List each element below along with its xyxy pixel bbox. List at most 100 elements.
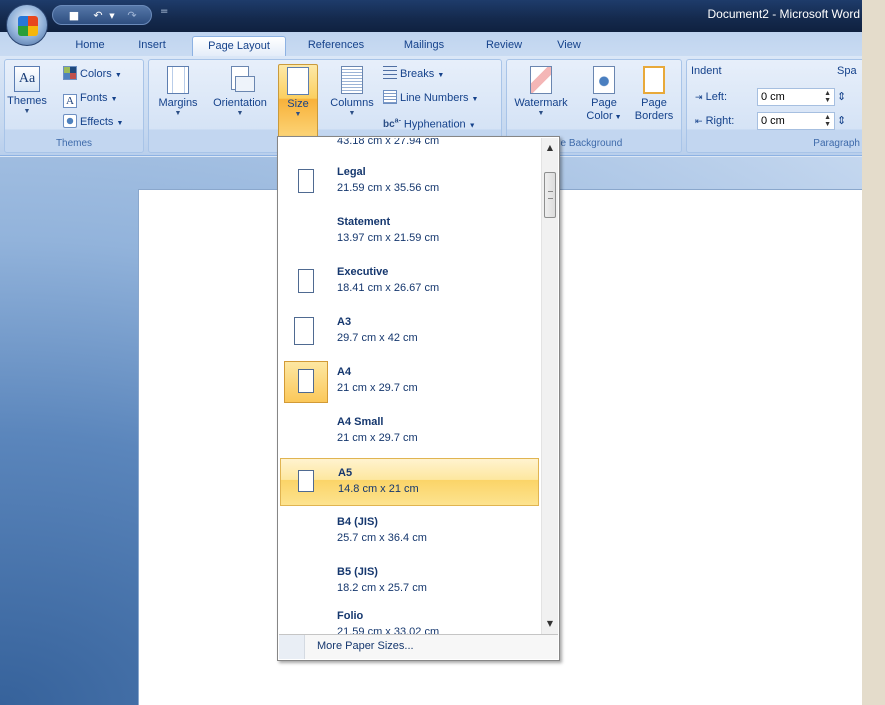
indent-left-input[interactable]: 0 cm ▲ ▼ bbox=[757, 88, 835, 106]
watermark-icon bbox=[530, 66, 552, 94]
quick-access-toolbar: ■ ↶ ▼ ↷ bbox=[52, 5, 152, 25]
theme-fonts-button[interactable]: A Fonts ▼ bbox=[63, 88, 118, 108]
chevron-down-icon: ▼ bbox=[116, 120, 124, 127]
margins-icon bbox=[167, 66, 189, 94]
chevron-down-icon: ▼ bbox=[348, 110, 356, 117]
watermark-button[interactable]: Watermark ▼ bbox=[511, 64, 571, 132]
effects-icon bbox=[63, 114, 77, 128]
breaks-button[interactable]: Breaks ▼ bbox=[383, 64, 444, 84]
scroll-up-arrow-icon[interactable]: ▲ bbox=[542, 140, 558, 156]
colors-icon bbox=[63, 66, 77, 80]
chevron-down-icon: ▼ bbox=[612, 114, 622, 121]
paper-size-item-b4-jis[interactable]: B4 (JIS) 25.7 cm x 36.4 cm bbox=[280, 508, 540, 555]
theme-colors-button[interactable]: Colors ▼ bbox=[63, 64, 122, 84]
page-icon bbox=[298, 269, 314, 293]
title-bar: ■ ↶ ▼ ↷ = Document2 - Microsoft Word bbox=[0, 0, 862, 32]
chevron-down-icon: ▼ bbox=[537, 110, 545, 117]
page-icon bbox=[294, 317, 314, 345]
columns-button[interactable]: Columns ▼ bbox=[327, 64, 377, 132]
tab-page-layout[interactable]: Page Layout bbox=[192, 36, 286, 56]
line-numbers-icon bbox=[383, 90, 397, 104]
chevron-down-icon: ▼ bbox=[114, 72, 122, 79]
spinner-icon[interactable]: ▲ ▼ bbox=[824, 114, 831, 128]
chevron-down-icon: ▼ bbox=[23, 108, 31, 115]
office-logo-icon bbox=[18, 16, 38, 36]
tab-references[interactable]: References bbox=[296, 36, 376, 56]
grip-icon bbox=[548, 191, 553, 199]
orientation-button[interactable]: Orientation ▼ bbox=[205, 64, 275, 132]
indent-right-row: ⇤ Right: 0 cm ▲ ▼ bbox=[695, 112, 835, 130]
theme-effects-button[interactable]: Effects ▼ bbox=[63, 112, 123, 132]
paper-size-item-a3[interactable]: A3 29.7 cm x 42 cm bbox=[280, 308, 540, 355]
window-title: Document2 - Microsoft Word bbox=[707, 7, 861, 21]
page-borders-icon bbox=[643, 66, 665, 94]
chevron-down-icon: ▼ bbox=[174, 110, 182, 117]
paper-size-item-a5[interactable]: A5 14.8 cm x 21 cm bbox=[280, 458, 539, 506]
breaks-icon bbox=[383, 66, 397, 80]
themes-button[interactable]: Aa Themes ▼ bbox=[7, 64, 47, 132]
undo-dropdown-icon[interactable]: ▼ bbox=[105, 9, 119, 23]
scroll-thumb[interactable] bbox=[544, 172, 556, 218]
line-numbers-button[interactable]: Line Numbers ▼ bbox=[383, 88, 478, 108]
spacing-before-icon: ⇕ bbox=[837, 91, 847, 103]
paper-size-item-folio[interactable]: Folio 21.59 cm x 33.02 cm bbox=[280, 602, 540, 634]
themes-group: Aa Themes ▼ Colors ▼ A Fonts ▼ Effects ▼ … bbox=[4, 59, 144, 153]
scroll-down-arrow-icon[interactable]: ▼ bbox=[542, 616, 558, 632]
office-button[interactable] bbox=[6, 4, 48, 46]
hyphenation-button[interactable]: bca- Hyphenation ▼ bbox=[383, 112, 476, 132]
paper-size-list: 43.18 cm x 27.94 cm Legal 21.59 cm x 35.… bbox=[279, 138, 542, 634]
columns-icon bbox=[341, 66, 363, 94]
fonts-icon: A bbox=[63, 94, 77, 108]
hyphenation-icon: bca- bbox=[383, 118, 401, 131]
size-button[interactable]: Size ▼ bbox=[278, 64, 318, 140]
indent-right-input[interactable]: 0 cm ▲ ▼ bbox=[757, 112, 835, 130]
more-paper-sizes-label: More Paper Sizes... bbox=[317, 640, 414, 652]
page-icon bbox=[298, 169, 314, 193]
chevron-down-icon: ▼ bbox=[110, 96, 118, 103]
ribbon-tab-row: Home Insert Page Layout References Maili… bbox=[0, 32, 862, 56]
paragraph-group-label: Paragraph bbox=[813, 138, 860, 149]
page-icon bbox=[298, 470, 314, 492]
menu-scrollbar[interactable]: ▲ ▼ bbox=[541, 138, 558, 634]
customize-qat-button[interactable]: = bbox=[160, 6, 168, 17]
chevron-down-icon: ▼ bbox=[437, 72, 445, 79]
window-edge bbox=[862, 0, 885, 705]
paper-size-item-statement[interactable]: Statement 13.97 cm x 21.59 cm bbox=[280, 208, 540, 255]
spacing-header: Spa bbox=[837, 65, 857, 77]
indent-header: Indent bbox=[691, 65, 722, 77]
page-color-button[interactable]: Page Color ▼ bbox=[583, 64, 625, 132]
redo-icon[interactable]: ↷ bbox=[125, 9, 139, 23]
save-icon[interactable]: ■ bbox=[67, 9, 81, 23]
chevron-down-icon: ▼ bbox=[294, 111, 302, 118]
paper-size-item-a4[interactable]: A4 21 cm x 29.7 cm bbox=[280, 358, 540, 405]
orientation-icon bbox=[225, 66, 255, 94]
indent-left-row: ⇥ Left: 0 cm ▲ ▼ bbox=[695, 88, 835, 106]
chevron-down-icon: ▼ bbox=[468, 122, 476, 130]
tab-review[interactable]: Review bbox=[476, 36, 532, 56]
page-icon bbox=[298, 369, 314, 393]
paper-size-item-b5-jis[interactable]: B5 (JIS) 18.2 cm x 25.7 cm bbox=[280, 558, 540, 605]
tab-home[interactable]: Home bbox=[62, 36, 118, 56]
indent-left-icon: ⇥ bbox=[695, 92, 703, 102]
page-background-group-label: ge Background bbox=[555, 138, 623, 149]
themes-group-label: Themes bbox=[55, 138, 93, 149]
tab-insert[interactable]: Insert bbox=[124, 36, 180, 56]
indent-right-icon: ⇤ bbox=[695, 116, 703, 126]
tab-mailings[interactable]: Mailings bbox=[388, 36, 460, 56]
tab-view[interactable]: View bbox=[544, 36, 594, 56]
undo-icon[interactable]: ↶ bbox=[91, 9, 105, 23]
paper-size-item-tabloid[interactable]: 43.18 cm x 27.94 cm bbox=[280, 138, 540, 158]
themes-icon: Aa bbox=[14, 66, 40, 92]
more-paper-sizes-item[interactable]: More Paper Sizes... bbox=[279, 634, 558, 659]
paper-size-item-executive[interactable]: Executive 18.41 cm x 26.67 cm bbox=[280, 258, 540, 305]
page-borders-button[interactable]: Page Borders bbox=[631, 64, 677, 132]
paint-bucket-icon bbox=[593, 66, 615, 94]
size-dropdown-menu: 43.18 cm x 27.94 cm Legal 21.59 cm x 35.… bbox=[277, 136, 560, 661]
paper-size-item-a4-small[interactable]: A4 Small 21 cm x 29.7 cm bbox=[280, 408, 540, 455]
paper-size-item-legal[interactable]: Legal 21.59 cm x 35.56 cm bbox=[280, 158, 540, 205]
size-icon bbox=[287, 67, 309, 95]
spinner-icon[interactable]: ▲ ▼ bbox=[824, 90, 831, 104]
spacing-after-icon: ⇕ bbox=[837, 115, 847, 127]
chevron-down-icon: ▼ bbox=[471, 96, 479, 103]
margins-button[interactable]: Margins ▼ bbox=[153, 64, 203, 132]
